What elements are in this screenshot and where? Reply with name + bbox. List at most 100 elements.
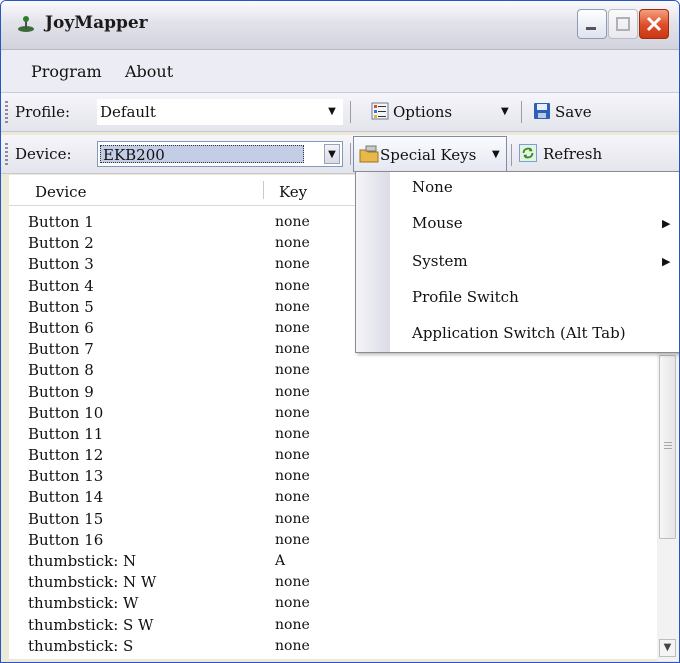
table-row[interactable]: Button 12 none (9, 444, 659, 465)
table-row[interactable]: Button 14 none (9, 486, 659, 507)
row-device-cell: Button 12 (28, 446, 104, 465)
toolbar-grip[interactable] (5, 101, 8, 123)
toolbar-grip[interactable] (5, 143, 8, 165)
row-key-cell: none (275, 277, 310, 294)
chevron-down-icon: ▼ (492, 149, 500, 160)
save-button[interactable]: Save (555, 103, 592, 121)
submenu-arrow-icon: ▶ (662, 255, 671, 268)
row-key-cell: none (275, 362, 310, 379)
menu-bar: Program About (1, 50, 679, 93)
table-row[interactable]: Button 13 none (9, 465, 659, 486)
row-key-cell: none (275, 595, 310, 612)
special-keys-menu: None Mouse ▶ System ▶ Profile Switch Applicati… (355, 171, 679, 353)
row-device-cell: Button 16 (28, 530, 104, 549)
table-row[interactable]: Button 10 none (9, 402, 659, 423)
joystick-icon (18, 16, 34, 32)
profile-value: Default (100, 103, 156, 121)
toolbar-separator (511, 144, 512, 166)
toolbar-separator (350, 143, 351, 165)
minimize-button[interactable] (577, 9, 607, 39)
row-device-cell: Button 11 (28, 424, 104, 443)
options-button[interactable]: Options (393, 103, 452, 121)
app-window: JoyMapper Program About Profile: Default… (0, 0, 680, 663)
row-key-cell: none (275, 574, 310, 591)
table-row[interactable]: Button 9 none (9, 381, 659, 402)
submenu-arrow-icon: ▶ (662, 217, 671, 230)
table-row[interactable]: Button 16 none (9, 529, 659, 550)
options-dropdown-arrow[interactable]: ▼ (501, 106, 509, 117)
column-header-device[interactable]: Device (35, 183, 86, 201)
profile-label: Profile: (15, 103, 71, 121)
table-row[interactable]: Button 15 none (9, 508, 659, 529)
device-value: EKB200 (100, 145, 304, 164)
menu-about[interactable]: About (125, 62, 173, 81)
row-device-cell: Button 1 (28, 213, 94, 231)
menu-program[interactable]: Program (31, 62, 102, 81)
chevron-down-icon[interactable]: ▼ (324, 102, 340, 122)
table-row[interactable]: Button 11 none (9, 423, 659, 444)
close-icon (646, 16, 662, 32)
table-row[interactable]: thumbstick: N W none (9, 571, 659, 592)
table-row[interactable]: thumbstick: S W none (9, 614, 659, 635)
row-key-cell: none (275, 616, 310, 633)
toolbar-separator (350, 101, 351, 123)
row-device-cell: Button 9 (28, 382, 94, 401)
row-device-cell: Button 7 (28, 340, 94, 359)
column-header-key[interactable]: Key (279, 183, 307, 201)
row-device-cell: Button 6 (28, 318, 94, 337)
row-device-cell: Button 14 (28, 488, 104, 507)
device-label: Device: (15, 145, 72, 163)
row-key-cell: none (275, 256, 310, 273)
row-key-cell: none (275, 447, 310, 464)
device-combobox[interactable]: EKB200 ▼ (97, 141, 343, 167)
row-key-cell: none (275, 637, 310, 654)
row-key-cell: none (275, 489, 310, 506)
menu-icon-strip (356, 172, 390, 352)
toolbar-separator (521, 101, 522, 123)
row-key-cell: A (275, 553, 286, 569)
table-row[interactable]: thumbstick: N A (9, 550, 659, 571)
row-key-cell: none (275, 214, 310, 230)
menu-item-profile-switch[interactable]: Profile Switch (412, 288, 519, 306)
row-key-cell: none (275, 404, 310, 421)
window-title: JoyMapper (45, 13, 148, 33)
row-device-cell: Button 15 (28, 509, 104, 528)
column-divider[interactable] (263, 181, 264, 199)
profile-combobox[interactable]: Default ▼ (97, 99, 343, 125)
close-button[interactable] (639, 9, 669, 39)
row-key-cell: none (275, 383, 310, 400)
menu-item-mouse[interactable]: Mouse (412, 214, 463, 232)
row-device-cell: Button 13 (28, 467, 104, 486)
menu-item-application-switch-alt-tab[interactable]: Application Switch (Alt Tab) (412, 324, 626, 342)
row-device-cell: thumbstick: N (28, 552, 137, 570)
special-keys-button[interactable]: Special Keys ▼ (353, 136, 507, 172)
scroll-down-button[interactable]: ▼ (659, 639, 676, 657)
row-device-cell: Button 8 (28, 361, 94, 380)
title-bar[interactable]: JoyMapper (1, 1, 679, 50)
row-key-cell: none (275, 341, 310, 358)
table-row[interactable]: thumbstick: S none (9, 635, 659, 656)
scrollbar-thumb[interactable] (659, 355, 676, 539)
refresh-icon (519, 144, 537, 162)
table-row[interactable]: Button 8 none (9, 359, 659, 380)
menu-item-system[interactable]: System (412, 252, 468, 270)
maximize-button[interactable] (608, 9, 638, 39)
row-device-cell: thumbstick: W (28, 594, 139, 613)
row-key-cell: none (275, 298, 310, 315)
save-icon (534, 103, 550, 119)
refresh-button[interactable]: Refresh (543, 145, 602, 163)
row-device-cell: thumbstick: N W (28, 573, 157, 592)
maximize-icon (616, 17, 630, 31)
row-device-cell: thumbstick: S W (28, 615, 154, 634)
table-row[interactable]: thumbstick: W none (9, 592, 659, 613)
minimize-icon (586, 27, 596, 30)
row-key-cell: none (275, 425, 310, 442)
folder-key-icon (359, 145, 379, 163)
row-key-cell: none (275, 235, 310, 252)
special-keys-label: Special Keys (380, 146, 477, 164)
chevron-down-icon[interactable]: ▼ (324, 144, 340, 164)
row-device-cell: thumbstick: S (28, 636, 134, 655)
menu-item-none[interactable]: None (412, 178, 453, 196)
row-key-cell: none (275, 468, 310, 485)
row-device-cell: Button 5 (28, 297, 94, 316)
